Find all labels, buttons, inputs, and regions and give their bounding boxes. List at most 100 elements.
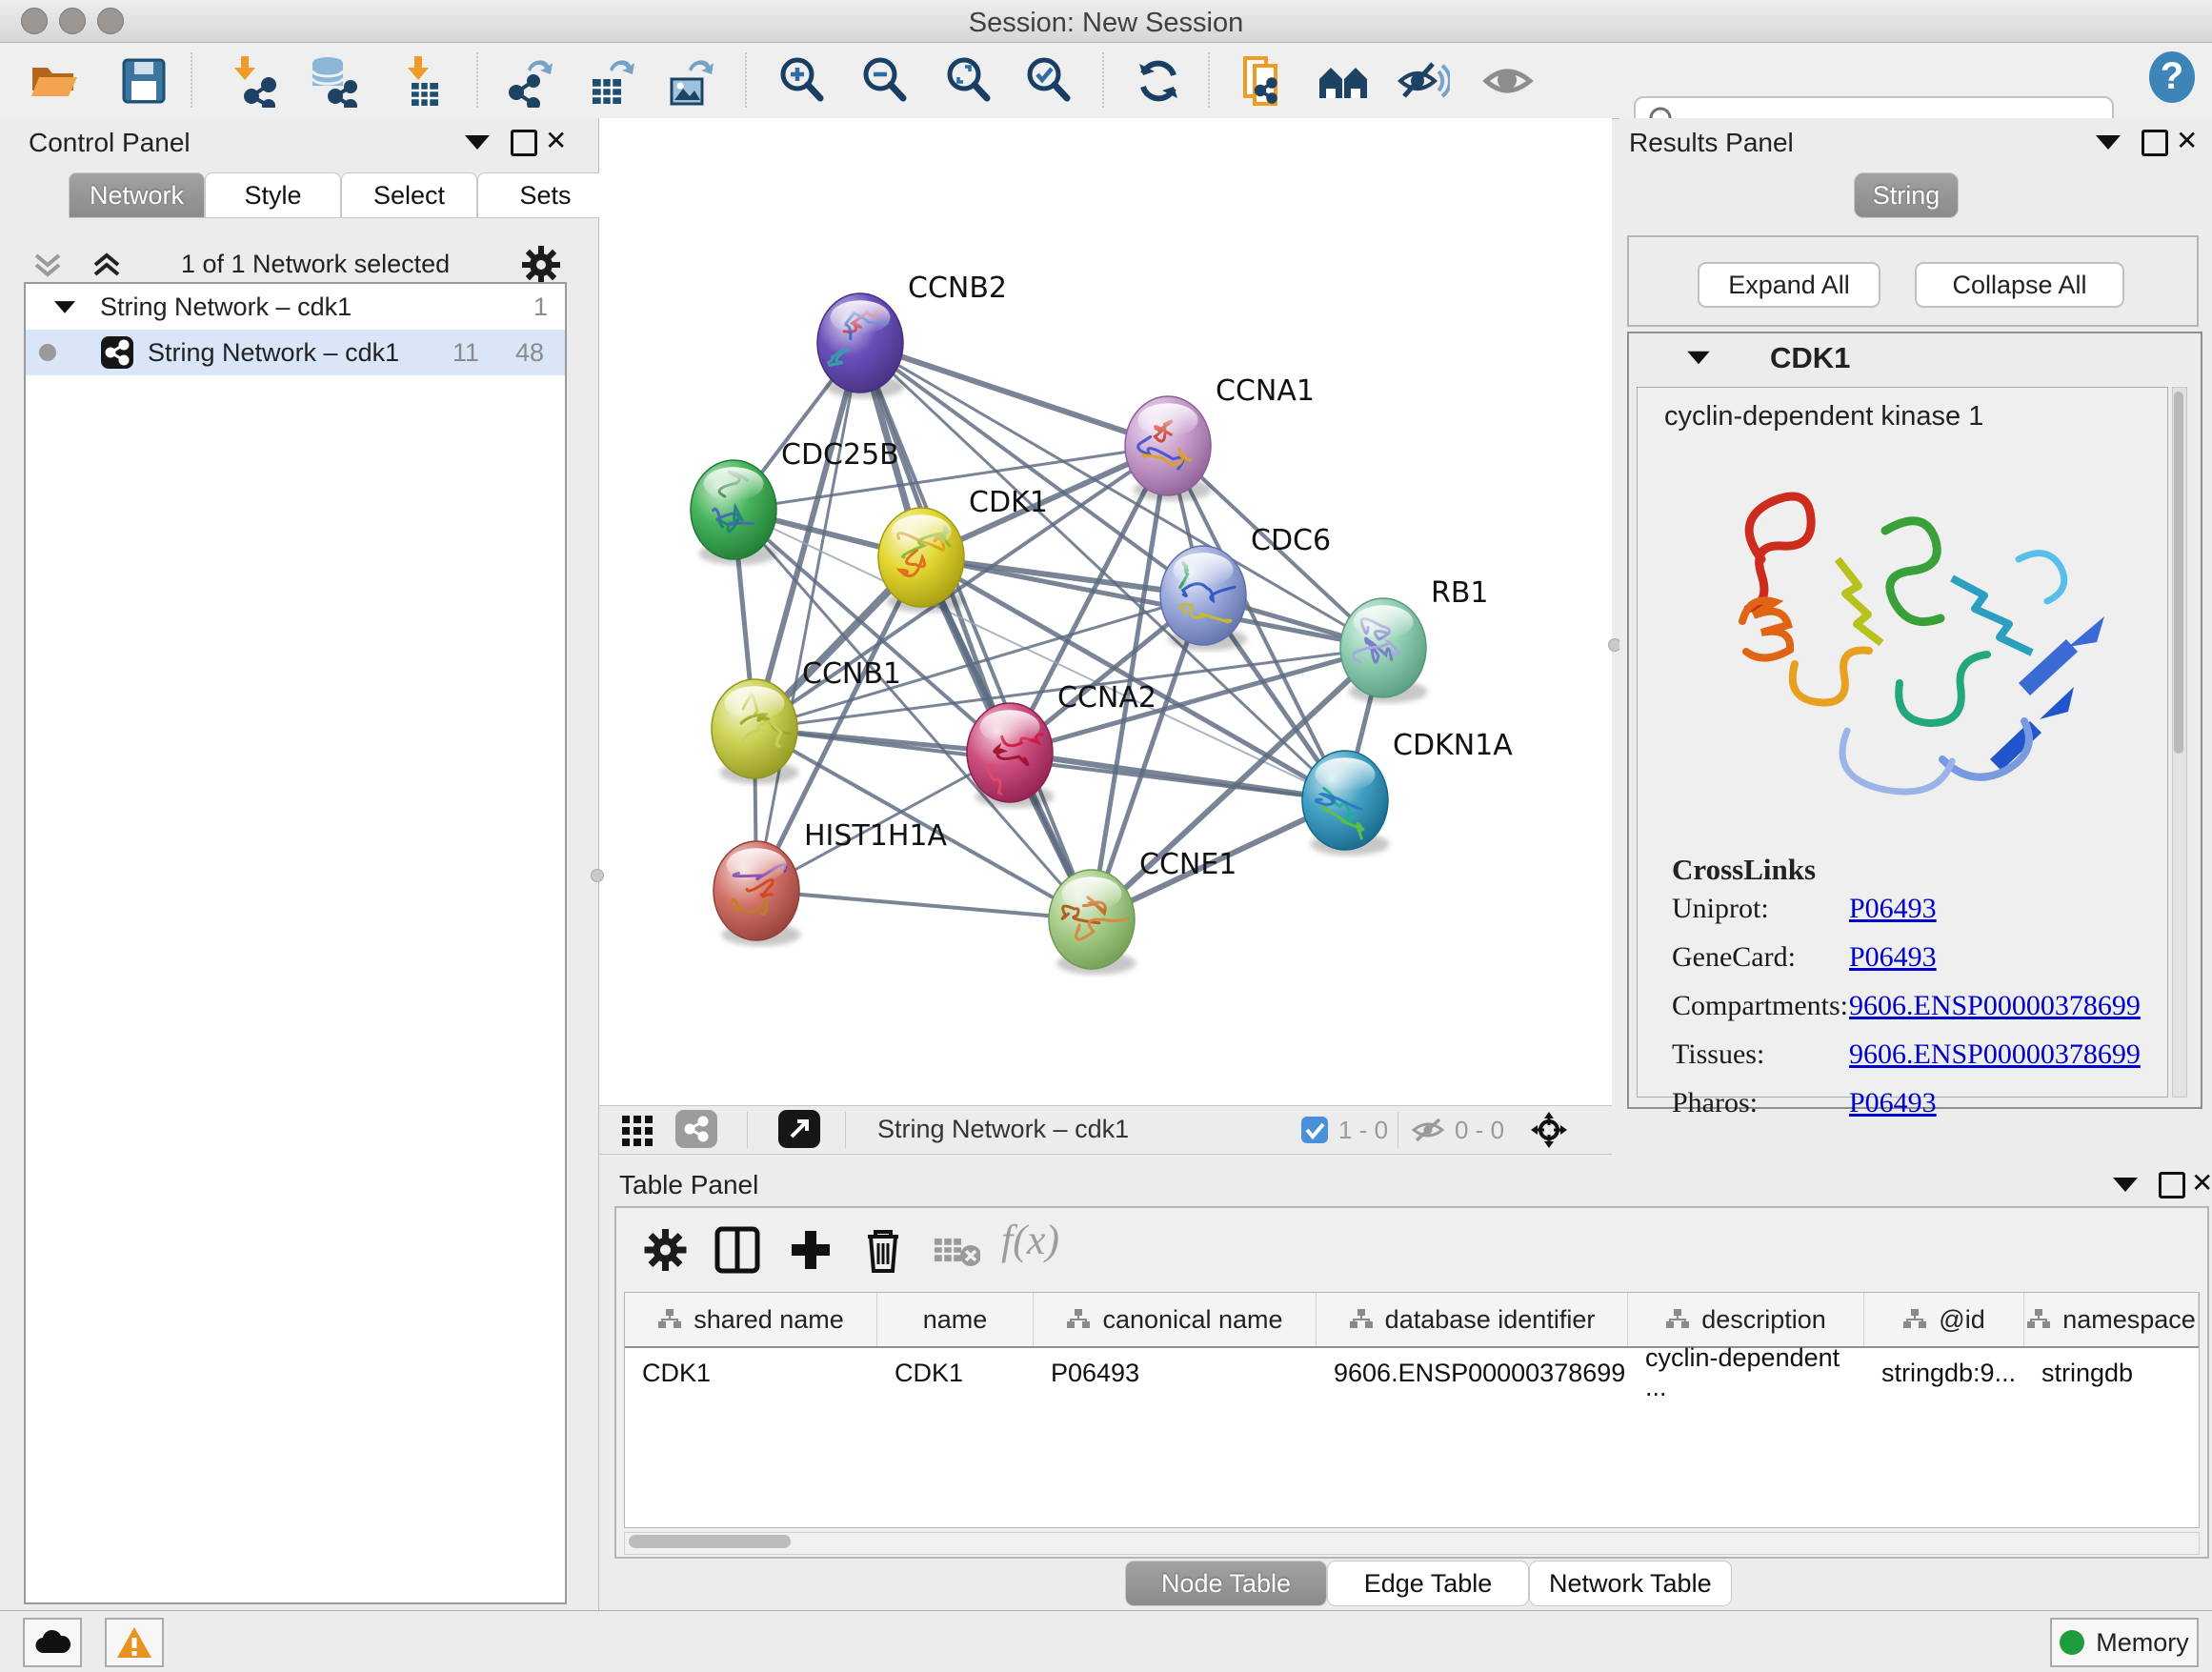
network-node-CCNB1[interactable] <box>712 679 798 784</box>
expand-all-button[interactable]: Expand All <box>1698 262 1880 308</box>
table-horizontal-scrollbar[interactable] <box>624 1532 2200 1555</box>
network-share-badge-icon[interactable] <box>675 1110 717 1148</box>
node-table[interactable]: shared namenamecanonical namedatabase id… <box>624 1292 2200 1528</box>
panel-close-icon[interactable]: ✕ <box>2176 128 2198 154</box>
table-scrollbar-thumb[interactable] <box>629 1535 791 1548</box>
save-session-icon[interactable] <box>116 54 170 108</box>
warning-status-button[interactable] <box>105 1618 164 1667</box>
collapse-all-chevron-icon[interactable] <box>32 250 90 280</box>
crosslink-link[interactable]: P06493 <box>1849 941 1937 974</box>
show-columns-icon[interactable] <box>714 1225 763 1275</box>
expand-all-chevron-icon[interactable] <box>91 250 149 280</box>
network-canvas[interactable]: CCNB2CCNA1CDC25BCDK1CDC6RB1CCNB1CCNA2CDK… <box>599 118 1612 1105</box>
table-settings-gear-icon[interactable] <box>643 1225 693 1275</box>
import-network-file-icon[interactable] <box>227 54 280 108</box>
hidden-eye-icon[interactable] <box>1411 1116 1447 1144</box>
export-image-icon[interactable] <box>664 54 717 108</box>
column-header-name[interactable]: name <box>877 1293 1034 1346</box>
export-network-icon[interactable] <box>503 54 556 108</box>
refresh-icon[interactable] <box>1132 54 1185 108</box>
network-node-CDKN1A[interactable] <box>1302 751 1389 856</box>
collapse-all-button[interactable]: Collapse All <box>1915 262 2124 308</box>
results-scrollbar[interactable] <box>2172 387 2187 1098</box>
cell-description[interactable]: cyclin-dependent ... <box>1628 1348 1864 1398</box>
network-node-CCNA2[interactable] <box>967 703 1057 808</box>
panel-float-icon[interactable] <box>511 130 537 156</box>
gene-collapse-icon[interactable] <box>1687 352 1709 365</box>
open-session-icon[interactable] <box>27 54 80 108</box>
import-table-file-icon[interactable] <box>396 54 450 108</box>
function-builder-button[interactable]: f(x) <box>1001 1216 1059 1264</box>
memory-button[interactable]: Memory <box>2050 1618 2199 1667</box>
column-header--id[interactable]: @id <box>1864 1293 2024 1346</box>
hide-details-icon[interactable] <box>1397 54 1450 108</box>
cell-canonical-name[interactable]: P06493 <box>1034 1348 1317 1398</box>
tab-sets[interactable]: Sets <box>477 172 613 218</box>
network-node-CDC6[interactable] <box>1160 546 1247 651</box>
tab-node-table[interactable]: Node Table <box>1125 1561 1327 1606</box>
table-row[interactable]: CDK1CDK1P064939606.ENSP00000378699cyclin… <box>625 1348 2199 1398</box>
column-header-shared-name[interactable]: shared name <box>625 1293 877 1346</box>
network-node-CCNA1[interactable] <box>1125 396 1212 501</box>
help-button[interactable]: ? <box>2145 50 2199 104</box>
tab-edge-table[interactable]: Edge Table <box>1327 1561 1529 1606</box>
crosslink-link[interactable]: 9606.ENSP00000378699 <box>1849 990 2141 1022</box>
panel-close-icon[interactable]: ✕ <box>545 128 567 154</box>
zoom-in-icon[interactable] <box>776 54 830 108</box>
splitter-handle[interactable] <box>591 869 604 882</box>
column-header-database-identifier[interactable]: database identifier <box>1317 1293 1628 1346</box>
fit-crosshair-icon[interactable] <box>1529 1110 1569 1150</box>
network-node-CCNB2[interactable] <box>817 293 904 398</box>
crosslink-link[interactable]: P06493 <box>1849 893 1937 925</box>
crosslink-link[interactable]: 9606.ENSP00000378699 <box>1849 1038 2141 1071</box>
network-row[interactable]: String Network – cdk1 11 48 <box>26 330 565 375</box>
zoom-fit-icon[interactable] <box>943 54 996 108</box>
panel-menu-icon[interactable] <box>2096 135 2121 150</box>
network-options-gear-icon[interactable] <box>520 244 562 286</box>
cloud-status-button[interactable] <box>23 1618 82 1667</box>
column-header-namespace[interactable]: namespace <box>2024 1293 2199 1346</box>
column-header-description[interactable]: description <box>1628 1293 1864 1346</box>
clone-network-icon[interactable] <box>1236 54 1289 108</box>
import-network-database-icon[interactable] <box>307 54 360 108</box>
network-node-CCNE1[interactable] <box>1049 870 1136 975</box>
tab-style[interactable]: Style <box>205 172 341 218</box>
tab-network[interactable]: Network <box>69 172 205 218</box>
first-neighbors-icon[interactable] <box>1317 54 1370 108</box>
panel-menu-icon[interactable] <box>465 135 490 150</box>
network-node-HIST1H1A[interactable] <box>714 841 800 946</box>
tab-string[interactable]: String <box>1854 172 1959 218</box>
cell--id[interactable]: stringdb:9... <box>1864 1348 2024 1398</box>
tab-network-table[interactable]: Network Table <box>1529 1561 1732 1606</box>
results-scrollbar-thumb[interactable] <box>2174 392 2183 754</box>
delete-column-icon[interactable] <box>858 1225 908 1275</box>
export-table-icon[interactable] <box>585 54 638 108</box>
gene-description: cyclin-dependent kinase 1 <box>1664 401 1983 433</box>
panel-close-icon[interactable]: ✕ <box>2191 1170 2212 1197</box>
results-panel-title: Results Panel <box>1629 128 1794 158</box>
cell-database-identifier[interactable]: 9606.ENSP00000378699 <box>1317 1348 1628 1398</box>
add-column-icon[interactable] <box>786 1225 835 1275</box>
cell-shared-name[interactable]: CDK1 <box>625 1348 877 1398</box>
cell-name[interactable]: CDK1 <box>877 1348 1034 1398</box>
zoom-selected-icon[interactable] <box>1023 54 1076 108</box>
network-edge-CCNB2-CCNA1[interactable] <box>860 343 1168 446</box>
network-node-CDK1[interactable] <box>878 508 965 613</box>
selected-checkbox-icon[interactable] <box>1300 1116 1329 1144</box>
birdseye-grid-icon[interactable] <box>620 1114 658 1148</box>
network-node-CDC25B[interactable] <box>691 460 777 565</box>
crosslink-link[interactable]: P06493 <box>1849 1087 1937 1119</box>
cell-namespace[interactable]: stringdb <box>2024 1348 2199 1398</box>
network-node-RB1[interactable] <box>1340 598 1427 703</box>
panel-float-icon[interactable] <box>2142 130 2168 156</box>
panel-float-icon[interactable] <box>2159 1172 2185 1199</box>
network-edge-HIST1H1A-CCNE1[interactable] <box>756 891 1092 919</box>
network-collection-row[interactable]: String Network – cdk1 1 <box>26 284 565 330</box>
network-edge-CCNB2-HIST1H1A[interactable] <box>756 343 860 891</box>
column-header-canonical-name[interactable]: canonical name <box>1034 1293 1317 1346</box>
zoom-out-icon[interactable] <box>859 54 913 108</box>
tab-select[interactable]: Select <box>341 172 477 218</box>
collection-expand-icon[interactable] <box>54 301 75 313</box>
open-in-window-icon[interactable] <box>778 1110 820 1148</box>
panel-menu-icon[interactable] <box>2113 1178 2138 1192</box>
